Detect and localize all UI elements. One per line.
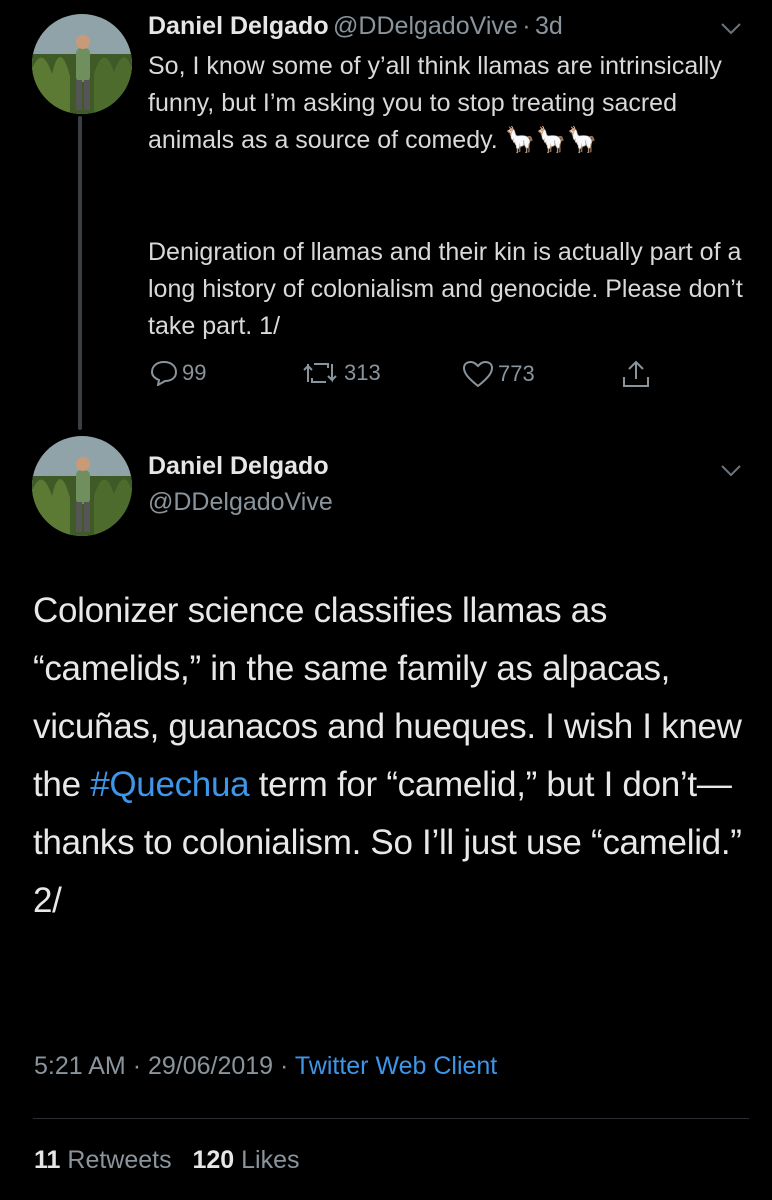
author-handle[interactable]: @DDelgadoVive (148, 488, 333, 517)
author-handle[interactable]: @DDelgadoVive (333, 12, 518, 40)
tweet-time[interactable]: 3d (535, 12, 563, 40)
share-button[interactable] (620, 358, 652, 390)
tweet1-text: So, I know some of y’all think llamas ar… (148, 48, 748, 159)
likes-label: Likes (241, 1146, 300, 1174)
heart-icon (462, 360, 494, 388)
llama-emoji: 🦙🦙🦙 (504, 126, 599, 154)
chevron-down-icon[interactable] (720, 464, 742, 483)
engagement-stats: 11 Retweets 120 Likes (34, 1146, 300, 1175)
likes-stat[interactable]: 120 Likes (192, 1146, 299, 1174)
like-total: 120 (192, 1146, 235, 1174)
like-button[interactable]: 773 (462, 360, 535, 388)
chevron-down-icon[interactable] (720, 22, 742, 41)
tweet-date[interactable]: 29/06/2019 (148, 1052, 273, 1080)
tweet-time[interactable]: 5:21 AM (34, 1052, 126, 1080)
avatar[interactable] (32, 14, 132, 114)
tweet-meta: 5:21 AM · 29/06/2019 · Twitter Web Clien… (34, 1052, 497, 1081)
avatar-photo (32, 14, 132, 114)
retweet-icon (303, 363, 337, 383)
reply-count: 99 (182, 360, 207, 385)
retweets-stat[interactable]: 11 Retweets (34, 1146, 172, 1174)
retweets-label: Retweets (67, 1146, 172, 1174)
tweet1-header: Daniel Delgado @DDelgadoVive · 3d (148, 12, 563, 41)
avatar-photo (32, 436, 132, 536)
tweet1-text-part1: So, I know some of y’all think llamas ar… (148, 52, 729, 154)
hashtag-link[interactable]: #Quechua (90, 765, 249, 804)
time-separator: · (522, 12, 531, 40)
divider (33, 1118, 749, 1119)
client-link[interactable]: Twitter Web Client (295, 1052, 497, 1080)
author-name[interactable]: Daniel Delgado (148, 12, 329, 40)
retweet-button[interactable]: 313 (300, 360, 381, 386)
reply-button[interactable]: 99 (150, 360, 206, 386)
avatar[interactable] (32, 436, 132, 536)
tweet2-text: Colonizer science classifies llamas as “… (33, 582, 753, 930)
share-icon (623, 360, 649, 387)
thread-line (78, 116, 82, 430)
reply-icon (150, 360, 178, 386)
like-count: 773 (498, 361, 535, 386)
author-name[interactable]: Daniel Delgado (148, 452, 329, 481)
tweet1-text-part2: Denigration of llamas and their kin is a… (148, 238, 750, 340)
meta-separator: · (280, 1052, 289, 1080)
retweet-total: 11 (34, 1146, 61, 1174)
meta-separator: · (132, 1052, 142, 1080)
retweet-count: 313 (344, 360, 381, 385)
